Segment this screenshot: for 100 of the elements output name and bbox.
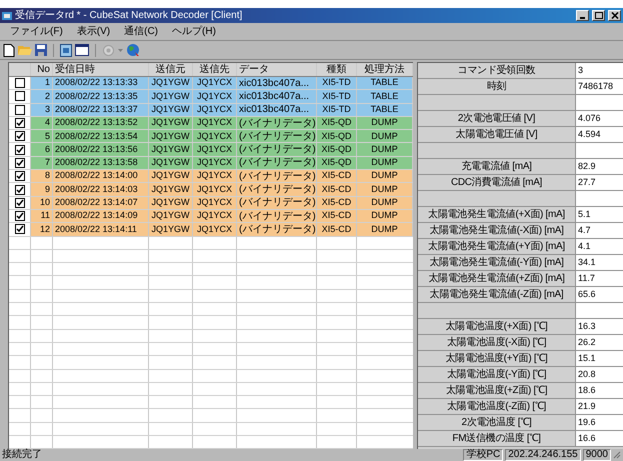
property-label: 太陽電池発生電流値(+Z面) [mA] bbox=[428, 272, 565, 286]
checkbox[interactable] bbox=[14, 184, 24, 195]
table-cell: (バイナリデータ) bbox=[237, 143, 317, 156]
table-row[interactable]: 10 2008/02/22 13:14:07 JQ1YGW JQ1YCX (バイナリデータ) XI5-CD DUMP bbox=[9, 196, 413, 210]
property-value: 82.9 bbox=[576, 159, 623, 174]
property-value: 4.076 bbox=[576, 111, 623, 126]
column-header: No bbox=[31, 63, 53, 76]
checkbox[interactable] bbox=[14, 171, 24, 182]
checkbox[interactable] bbox=[14, 91, 24, 102]
table-cell: 2008/02/22 13:13:35 bbox=[53, 90, 149, 103]
new-document-icon[interactable] bbox=[3, 44, 15, 56]
save-icon[interactable] bbox=[35, 44, 47, 56]
table-cell: 2008/02/22 13:14:07 bbox=[53, 196, 149, 209]
window-title: 受信データrd * - CubeSat Network Decoder [Client] bbox=[15, 8, 242, 23]
table-row[interactable]: 8 2008/02/22 13:14:00 JQ1YGW JQ1YCX (バイナリデータ) XI5-CD DUMP bbox=[9, 170, 413, 184]
property-value: 34.1 bbox=[576, 255, 623, 270]
table-cell: JQ1YGW bbox=[149, 156, 193, 170]
table-cell: XI5-TD bbox=[317, 104, 357, 116]
table-cell: 6 bbox=[31, 143, 53, 156]
menu-item[interactable]: ヘルプ(H) bbox=[172, 24, 216, 39]
checkbox[interactable] bbox=[14, 118, 24, 128]
property-label: 2次電池電圧値 [V] bbox=[458, 112, 536, 126]
minimize-button[interactable] bbox=[576, 10, 589, 21]
checkbox[interactable] bbox=[14, 144, 24, 155]
table-cell: DUMP bbox=[357, 130, 413, 142]
table-row[interactable]: 1 2008/02/22 13:13:33 JQ1YGW JQ1YCX xic013bc407a... XI5-TD TABLE bbox=[9, 77, 413, 90]
table-cell: 2008/02/22 13:14:11 bbox=[53, 223, 149, 236]
property-label: 充電電流値 [mA] bbox=[461, 160, 532, 174]
table-cell: xic013bc407a... bbox=[237, 77, 317, 90]
property-value: 26.2 bbox=[576, 335, 623, 350]
close-button[interactable] bbox=[608, 10, 621, 21]
maximize-button[interactable] bbox=[592, 10, 605, 21]
menu-item[interactable]: 通信(C) bbox=[124, 24, 158, 39]
table-row[interactable]: 6 2008/02/22 13:13:56 JQ1YGW JQ1YCX (バイナリデータ) XI5-QD DUMP bbox=[9, 143, 413, 157]
table-cell: (バイナリデータ) bbox=[237, 183, 317, 196]
status-panel: 学校PC bbox=[463, 449, 504, 461]
property-value: 21.9 bbox=[576, 399, 623, 414]
property-value: 11.7 bbox=[576, 271, 623, 286]
table-row[interactable]: 9 2008/02/22 13:14:03 JQ1YGW JQ1YCX (バイナリデータ) XI5-CD DUMP bbox=[9, 183, 413, 197]
checkbox[interactable] bbox=[14, 158, 24, 168]
property-value: 19.6 bbox=[576, 415, 623, 430]
table-cell: 2008/02/22 13:13:58 bbox=[53, 156, 149, 170]
globe-icon[interactable] bbox=[126, 43, 140, 57]
table-cell: DUMP bbox=[357, 170, 413, 182]
menu-item[interactable]: 表示(V) bbox=[76, 24, 110, 39]
table-cell: (バイナリデータ) bbox=[237, 156, 317, 170]
column-header: データ bbox=[237, 63, 317, 76]
menu-item[interactable]: ファイル(F) bbox=[10, 24, 63, 39]
table-cell: DUMP bbox=[357, 116, 413, 130]
table-cell: XI5-QD bbox=[317, 130, 357, 142]
table-cell: DUMP bbox=[357, 143, 413, 156]
table-cell: JQ1YGW bbox=[149, 223, 193, 236]
checkbox[interactable] bbox=[14, 198, 24, 208]
table-cell: 2008/02/22 13:13:52 bbox=[53, 116, 149, 130]
table-row[interactable]: 2 2008/02/22 13:13:35 JQ1YGW JQ1YCX xic013bc407a... XI5-TD TABLE bbox=[9, 90, 413, 104]
document-icon[interactable] bbox=[60, 44, 72, 56]
resize-grip-icon bbox=[613, 451, 621, 459]
property-label: 太陽電池発生電流値(-Y面) [mA] bbox=[429, 256, 564, 270]
checkbox[interactable] bbox=[14, 224, 24, 234]
close-icon bbox=[610, 12, 618, 19]
table-cell: 7 bbox=[31, 156, 53, 170]
property-label: 太陽電池温度(-Z面) [℃] bbox=[447, 400, 546, 414]
table-row[interactable]: 11 2008/02/22 13:14:09 JQ1YGW JQ1YCX (バイナリデータ) XI5-CD DUMP bbox=[9, 210, 413, 224]
table-cell: JQ1YCX bbox=[193, 77, 237, 90]
property-value: 18.6 bbox=[576, 383, 623, 398]
table-cell: XI5-QD bbox=[317, 143, 357, 156]
property-value: 3 bbox=[576, 63, 623, 78]
window-icon[interactable] bbox=[75, 44, 89, 56]
table-row[interactable]: 4 2008/02/22 13:13:52 JQ1YGW JQ1YCX (バイナリデータ) XI5-QD DUMP bbox=[9, 116, 413, 130]
checkbox[interactable] bbox=[14, 104, 24, 115]
property-label: 太陽電池発生電流値(+Y面) [mA] bbox=[428, 240, 565, 254]
table-cell: 2008/02/22 13:14:03 bbox=[53, 183, 149, 196]
table-cell: 12 bbox=[31, 223, 53, 236]
column-header: 送信元 bbox=[149, 63, 193, 76]
table-cell: DUMP bbox=[357, 196, 413, 209]
property-label: 2次電池温度 [℃] bbox=[462, 416, 532, 430]
table-row[interactable]: 5 2008/02/22 13:13:54 JQ1YGW JQ1YCX (バイナリデータ) XI5-QD DUMP bbox=[9, 130, 413, 144]
table-cell: JQ1YGW bbox=[149, 130, 193, 142]
table-cell: XI5-QD bbox=[317, 116, 357, 130]
table-cell: xic013bc407a... bbox=[237, 104, 317, 116]
table-cell: 9 bbox=[31, 183, 53, 196]
table-cell: JQ1YCX bbox=[193, 116, 237, 130]
checkbox[interactable] bbox=[14, 78, 24, 88]
status-panel: 9000 bbox=[582, 449, 611, 461]
table-row[interactable]: 12 2008/02/22 13:14:11 JQ1YGW JQ1YCX (バイナリデータ) XI5-CD DUMP bbox=[9, 223, 413, 237]
table-cell: JQ1YCX bbox=[193, 210, 237, 222]
table-row[interactable]: 3 2008/02/22 13:13:37 JQ1YGW JQ1YCX xic013bc407a... XI5-TD TABLE bbox=[9, 104, 413, 117]
table-cell: DUMP bbox=[357, 183, 413, 196]
property-value: 4.7 bbox=[576, 223, 623, 238]
checkbox[interactable] bbox=[14, 131, 24, 142]
table-cell: 2 bbox=[31, 90, 53, 103]
table-row[interactable]: 7 2008/02/22 13:13:58 JQ1YGW JQ1YCX (バイナリデータ) XI5-QD DUMP bbox=[9, 156, 413, 170]
table-cell: JQ1YCX bbox=[193, 143, 237, 156]
column-header: 種類 bbox=[317, 63, 357, 76]
checkbox[interactable] bbox=[14, 211, 24, 222]
table-cell: 11 bbox=[31, 210, 53, 222]
table-cell: JQ1YCX bbox=[193, 90, 237, 103]
property-value: 27.7 bbox=[576, 175, 623, 190]
table-cell: JQ1YCX bbox=[193, 170, 237, 182]
table-cell: xic013bc407a... bbox=[237, 90, 317, 103]
